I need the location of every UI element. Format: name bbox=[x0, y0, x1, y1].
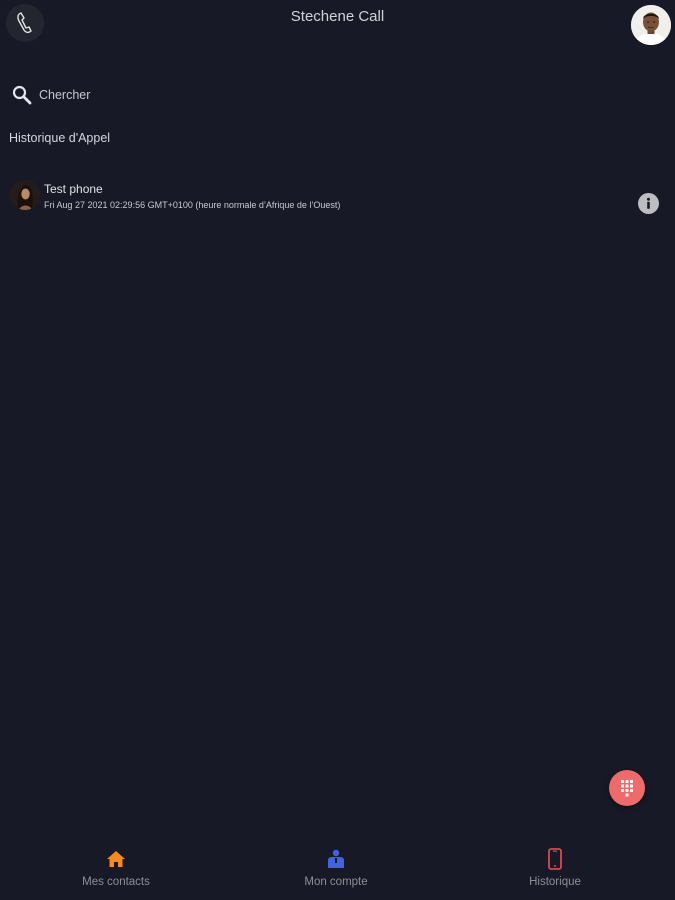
nav-item-mes-contacts[interactable]: Mes contacts bbox=[36, 848, 196, 888]
nav-label: Mon compte bbox=[304, 876, 368, 888]
dialpad-button[interactable] bbox=[609, 770, 645, 806]
call-timestamp: Fri Aug 27 2021 02:29:56 GMT+0100 (heure… bbox=[44, 200, 341, 210]
info-icon[interactable] bbox=[638, 193, 659, 214]
call-history-title: Historique d'Appel bbox=[9, 131, 111, 145]
search-bar bbox=[10, 82, 339, 108]
search-icon[interactable] bbox=[10, 83, 34, 107]
call-history-item[interactable]: Test phone Fri Aug 27 2021 02:29:56 GMT+… bbox=[8, 178, 663, 214]
nav-label: Historique bbox=[529, 876, 581, 888]
profile-avatar[interactable] bbox=[631, 5, 671, 45]
home-icon bbox=[105, 848, 127, 870]
app-header: Stechene Call bbox=[0, 0, 675, 48]
account-icon bbox=[325, 848, 347, 870]
nav-label: Mes contacts bbox=[82, 876, 150, 888]
dialpad-icon bbox=[621, 780, 633, 797]
search-input[interactable] bbox=[39, 88, 339, 102]
app-window: Stechene Call Historique d'Appel bbox=[0, 0, 675, 900]
caller-name: Test phone bbox=[44, 182, 103, 196]
caller-avatar bbox=[10, 180, 40, 210]
nav-item-historique[interactable]: Historique bbox=[475, 848, 635, 888]
bottom-navigation: Mes contacts Mon compte Historique bbox=[0, 840, 675, 900]
nav-item-mon-compte[interactable]: Mon compte bbox=[256, 848, 416, 888]
app-title: Stechene Call bbox=[290, 8, 385, 25]
phone-history-icon bbox=[544, 848, 566, 870]
